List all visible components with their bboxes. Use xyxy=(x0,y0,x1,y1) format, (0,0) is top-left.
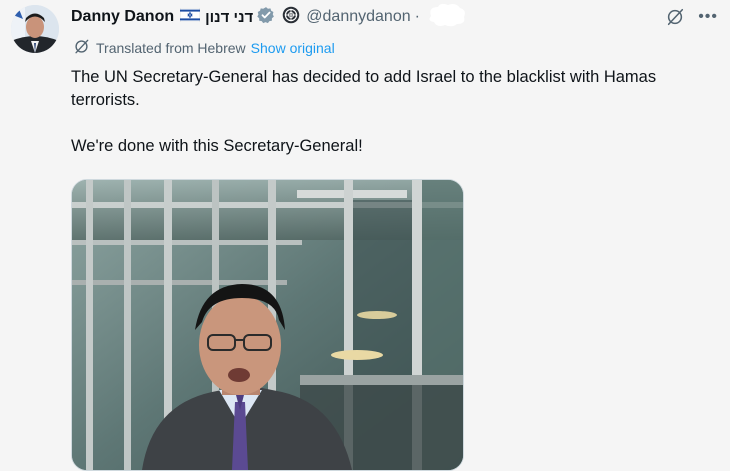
tweet-actions-top: ••• xyxy=(664,6,718,28)
translation-bar: Translated from Hebrew Show original xyxy=(73,38,335,58)
tweet-paragraph: We're done with this Secretary-General! xyxy=(71,137,363,155)
grok-icon[interactable] xyxy=(664,6,686,28)
israel-flag-icon xyxy=(179,7,201,27)
author-display-name[interactable]: Danny Danon xyxy=(71,8,174,26)
avatar[interactable] xyxy=(11,5,59,53)
more-options-button[interactable]: ••• xyxy=(698,9,718,25)
header-separator: · xyxy=(414,8,420,25)
translated-label: Translated from Hebrew xyxy=(96,40,246,56)
tweet-text: The UN Secretary-General has decided to … xyxy=(71,66,711,158)
show-original-link[interactable]: Show original xyxy=(251,40,335,56)
avatar-image xyxy=(11,5,59,53)
un-emblem-icon[interactable] xyxy=(282,6,300,29)
author-handle[interactable]: @dannydanon xyxy=(306,8,410,26)
blurred-timestamp xyxy=(426,2,468,33)
author-hebrew-name[interactable]: דני דנון xyxy=(205,9,253,26)
tweet-header: Danny Danon דני דנון @dannydanon · xyxy=(71,3,468,29)
tweet-paragraph: The UN Secretary-General has decided to … xyxy=(71,68,657,109)
video-frame-image xyxy=(72,180,463,470)
verified-badge-icon[interactable] xyxy=(257,6,275,29)
video-thumbnail[interactable] xyxy=(71,179,464,471)
grok-translate-icon xyxy=(73,38,90,58)
